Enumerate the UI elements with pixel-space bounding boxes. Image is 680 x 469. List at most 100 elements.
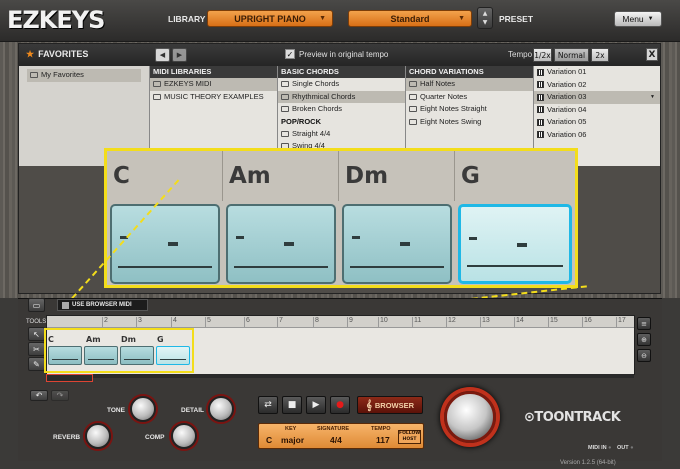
chevron-down-icon: ▼ (650, 94, 655, 100)
track-scrollbar[interactable] (47, 374, 634, 378)
split-tool-button[interactable]: ✂ (28, 342, 45, 356)
close-browser-button[interactable]: X (646, 48, 658, 61)
browser-header: ★ FAVORITES ◀ ▶ ✓ Preview in original tem… (19, 44, 660, 66)
key-label: KEY (285, 426, 297, 432)
edit-tool-button[interactable]: ✎ (28, 357, 45, 371)
list-item[interactable]: Quarter Notes (406, 91, 533, 104)
list-item[interactable]: Variation 01 (534, 66, 660, 79)
ruler-tick: 9 (347, 317, 353, 328)
list-item[interactable]: Variation 05 (534, 116, 660, 129)
follow-host-button[interactable]: FOLLOW HOST (398, 430, 421, 444)
browser-button[interactable]: 𝄞 BROWSER (357, 396, 423, 414)
treble-clef-icon: 𝄞 (365, 399, 372, 411)
stop-button[interactable]: ■ (282, 396, 302, 414)
detail-knob[interactable] (208, 396, 234, 422)
tempo-double-button[interactable]: 2x (591, 48, 609, 62)
folder-icon (409, 118, 417, 125)
folder-icon (281, 106, 289, 113)
list-item[interactable]: My Favorites (27, 69, 141, 82)
list-item[interactable]: Variation 02 (534, 79, 660, 92)
tempo-value[interactable]: 117 (376, 435, 390, 445)
back-button[interactable]: ◀ (155, 48, 170, 62)
midi-out-led-icon: ● (630, 445, 634, 451)
list-item[interactable]: Eight Notes Swing (406, 116, 533, 129)
zoom-in-button[interactable]: ⊕ (637, 333, 651, 346)
signature-label: SIGNATURE (317, 426, 349, 432)
ruler-tick: 5 (205, 317, 211, 328)
list-item[interactable]: Variation 06 (534, 129, 660, 142)
chord-block-selected[interactable] (458, 204, 572, 284)
redo-button[interactable]: ↷ (51, 390, 69, 401)
forward-button[interactable]: ▶ (172, 48, 187, 62)
scroll-button[interactable]: ≡ (637, 317, 651, 330)
tempo-normal-button[interactable]: Normal (554, 48, 589, 62)
arrow-right-icon: ▶ (176, 51, 183, 59)
list-item[interactable]: Half Notes (406, 78, 533, 91)
zoom-out-icon: ⊖ (641, 351, 647, 360)
list-item[interactable]: Variation 03 ▼ (534, 91, 660, 104)
toontrack-emblem-icon: ⊙ (524, 410, 535, 425)
arrow-up-icon[interactable]: ▲ (483, 9, 488, 18)
chord-block[interactable] (226, 204, 336, 284)
preset-stepper[interactable]: ▲ ▼ (477, 7, 493, 29)
column-header: CHORD VARIATIONS (406, 66, 533, 78)
preview-checkbox[interactable]: ✓ (285, 49, 295, 59)
record-button[interactable]: ● (330, 396, 350, 414)
volume-knob[interactable] (444, 391, 496, 443)
midi-file-icon (537, 93, 544, 101)
star-icon: ★ (26, 49, 35, 59)
chord-label: Dm (339, 151, 455, 201)
menu-button[interactable]: Menu ▼ (614, 11, 662, 27)
key-mode-value[interactable]: major (281, 435, 304, 445)
tempo-half-button[interactable]: 1/2x (533, 48, 552, 62)
folder-icon (153, 93, 161, 100)
column-subheader: POP/ROCK (281, 116, 322, 126)
chord-block[interactable] (110, 204, 220, 284)
ruler-tick: 12 (446, 317, 456, 328)
use-browser-midi-toggle[interactable]: USE BROWSER MIDI (57, 299, 148, 311)
tone-label: TONE (107, 407, 125, 414)
arrow-down-icon[interactable]: ▼ (483, 18, 488, 27)
toggle-browser-button[interactable]: ▭ (28, 298, 45, 312)
ruler-tick: 10 (378, 317, 388, 328)
chord-block[interactable] (342, 204, 452, 284)
chevron-down-icon: ▼ (319, 15, 326, 22)
midi-file-icon (537, 106, 544, 114)
menu-label: Menu (622, 14, 644, 24)
folder-icon (281, 93, 289, 100)
zoom-out-button[interactable]: ⊖ (637, 349, 651, 362)
midi-file-icon (537, 68, 544, 76)
list-item[interactable]: Single Chords (278, 78, 405, 91)
library-dropdown[interactable]: UPRIGHT PIANO ▼ (207, 10, 333, 27)
comp-knob[interactable] (171, 423, 197, 449)
list-item[interactable]: MUSIC THEORY EXAMPLES (150, 91, 277, 104)
ezkeys-logo: EZKEYS (7, 6, 105, 34)
midi-file-icon (537, 81, 544, 89)
signature-value[interactable]: 4/4 (330, 435, 342, 445)
reverb-label: REVERB (53, 434, 81, 441)
select-tool-button[interactable]: ↖ (28, 327, 45, 341)
preset-dropdown[interactable]: Standard ▼ (348, 10, 472, 27)
tone-knob[interactable] (130, 396, 156, 422)
list-item[interactable]: Broken Chords (278, 103, 405, 116)
loop-button[interactable]: ⇄ (258, 396, 278, 414)
list-item[interactable]: EZKEYS MIDI (150, 78, 277, 91)
folder-icon (153, 81, 161, 88)
list-item[interactable]: Eight Notes Straight (406, 103, 533, 116)
preview-label: Preview in original tempo (299, 49, 389, 59)
reverb-knob[interactable] (85, 423, 111, 449)
library-label: LIBRARY (168, 14, 206, 24)
midi-indicators: MIDI IN ● OUT ● (588, 445, 634, 451)
folder-icon (409, 93, 417, 100)
list-item[interactable]: Variation 04 (534, 104, 660, 117)
record-icon: ● (336, 400, 344, 410)
detail-label: DETAIL (181, 407, 204, 414)
list-item[interactable]: Straight 4/4 (278, 128, 405, 141)
undo-button[interactable]: ↶ (30, 390, 48, 401)
track-region-marker[interactable] (46, 374, 93, 382)
timeline-ruler[interactable]: 2 3 4 5 6 7 8 9 10 11 12 13 14 15 16 17 (47, 316, 634, 328)
key-root-value[interactable]: C (266, 435, 272, 445)
list-item[interactable]: Rhythmical Chords (278, 90, 405, 103)
play-button[interactable]: ▶ (306, 396, 326, 414)
ruler-tick: 16 (582, 317, 592, 328)
